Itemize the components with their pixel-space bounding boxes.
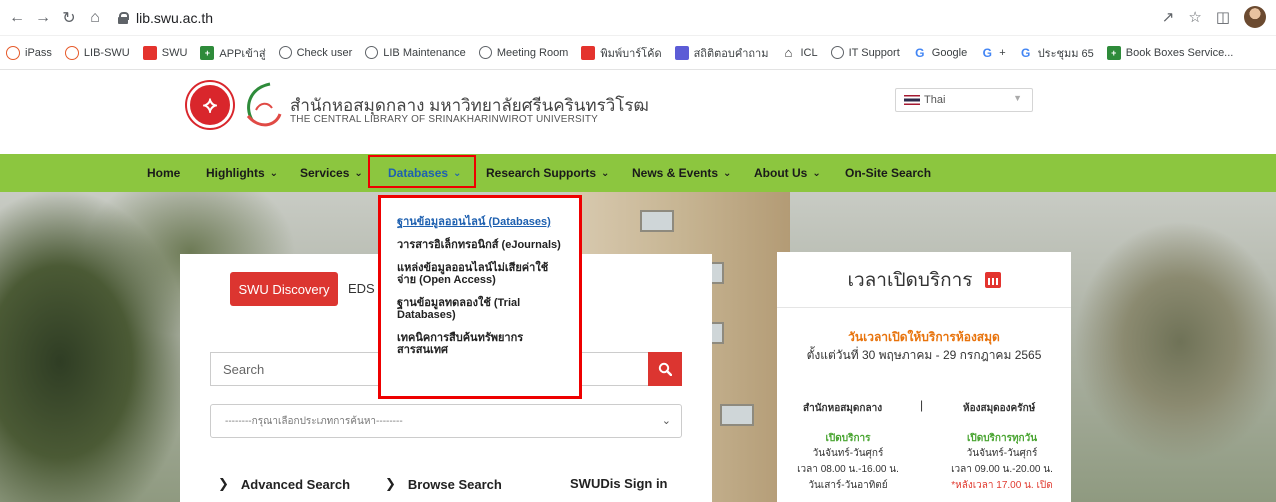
site-header: ⟡ สำนักหอสมุดกลาง มหาวิทยาลัยศรีนครินทรว… [0,70,1276,154]
printer-icon [581,45,596,60]
nav-home[interactable]: Home [147,154,180,192]
bookmark-item[interactable]: iPass [6,45,52,60]
globe-icon [278,46,292,59]
language-select[interactable]: Thai ▼ [895,88,1033,112]
advanced-search-link[interactable]: ❯ Advanced Search [218,476,350,492]
library-name-english: THE CENTRAL LIBRARY OF SRINAKHARINWIROT … [290,114,599,125]
bookmark-item[interactable]: G Google [913,46,967,60]
bookmark-item[interactable]: + APPเข้าสู่ [200,44,266,62]
globe-icon [365,46,379,59]
central-time: เวลา 08.00 น.-16.00 น. [797,464,899,475]
home-icon[interactable]: ⌂ [84,7,106,29]
bookmarks-bar: iPass LIB-SWU SWU + APPเข้าสู่ Check user… [0,36,1276,70]
bookmark-item[interactable]: G + [980,45,1006,60]
address-bar[interactable]: lib.swu.ac.th [118,5,213,31]
bookmark-item[interactable]: IT Support [830,46,900,59]
menu-item-ejournals[interactable]: วารสารอิเล็กทรอนิกส์ (eJournals) [397,239,565,251]
library-swirl-logo[interactable] [240,80,282,132]
chevron-down-icon: ⌄ [812,167,821,179]
ongkharak-note: *หลังเวลา 17.00 น. เปิด [951,480,1053,491]
forward-icon[interactable]: → [32,7,54,29]
google-icon: G [982,45,992,60]
profile-avatar[interactable] [1244,6,1266,28]
chevron-down-icon: ⌄ [269,167,279,179]
highlight-box-databases [368,155,476,188]
nav-research-supports[interactable]: Research Supports ⌄ [486,154,609,192]
lib-swu-icon [64,45,79,60]
main-nav: Home Highlights ⌄ Services ⌄ Databases ⌄ Re… [0,154,1276,192]
hours-subtitle: วันเวลาเปิดให้บริการห้องสมุด [848,330,1000,344]
ongkharak-time: เวลา 09.00 น.-20.00 น. [951,464,1053,475]
calendar-icon [984,271,1001,288]
hours-title: เวลาเปิดบริการ [777,252,1071,308]
chevron-down-icon: ⌄ [661,415,671,427]
central-library-heading: สำนักหอสมุดกลาง [803,403,883,414]
browse-search-link[interactable]: ❯ Browse Search [385,476,502,492]
menu-item-trial-databases[interactable]: ฐานข้อมูลทดลองใช้ (Trial Databases) [397,297,565,321]
chevron-right-icon: ❯ [385,476,396,491]
nav-highlights[interactable]: Highlights ⌄ [206,154,278,192]
nav-onsite-search[interactable]: On-Site Search [845,154,931,192]
globe-icon [478,46,492,59]
bookmark-item[interactable]: LIB Maintenance [365,46,466,59]
bookmark-item[interactable]: SWU [142,45,187,60]
column-divider: | [920,398,924,412]
sheet-icon [674,45,689,60]
plus-square-icon: + [1106,45,1121,60]
nav-about-us[interactable]: About Us ⌄ [754,154,821,192]
opening-hours-panel: เวลาเปิดบริการ วันเวลาเปิดให้บริการห้องส… [777,252,1071,502]
ongkharak-library-heading: ห้องสมุดองครักษ์ [963,403,1036,414]
central-days: วันจันทร์-วันศุกร์ [812,448,884,459]
menu-item-open-access[interactable]: แหล่งข้อมูลออนไลน์ไม่เสียค่าใช้จ่าย (Ope… [397,262,565,286]
globe-icon [830,46,844,59]
swudis-signin-link[interactable]: SWUDis Sign in [570,476,668,491]
bookmark-item[interactable]: Meeting Room [478,46,568,59]
chevron-down-icon: ⌄ [723,167,732,179]
chevron-down-icon: ▼ [1013,93,1022,103]
university-seal-logo[interactable]: ⟡ [187,82,233,128]
bookmark-item[interactable]: พิมพ์บาร์โค้ด [581,44,662,62]
databases-dropdown-menu: ฐานข้อมูลออนไลน์ (Databases) วารสารอิเล็… [378,195,582,399]
search-icon [658,362,672,376]
central-status: เปิดบริการ [825,433,871,444]
tree-image [1050,192,1276,502]
star-icon[interactable]: ☆ [1188,8,1201,26]
plus-square-icon: + [200,45,215,60]
bookmark-item[interactable]: Check user [278,46,352,59]
google-icon: G [1021,45,1031,60]
menu-item-databases[interactable]: ฐานข้อมูลออนไลน์ (Databases) [397,216,565,228]
reload-icon[interactable]: ↻ [58,7,80,29]
swu-icon [142,45,157,60]
browser-toolbar: ← → ↻ ⌂ lib.swu.ac.th ↗ ☆ ◫ [0,0,1276,36]
nav-news-events[interactable]: News & Events ⌄ [632,154,731,192]
lock-icon [118,11,129,24]
ipass-icon [6,45,20,60]
bookmark-item[interactable]: สถิติตอบคำถาม [674,44,768,62]
bookmark-item[interactable]: LIB-SWU [64,45,130,60]
hours-period: ตั้งแต่วันที่ 30 พฤษภาคม - 29 กรกฎาคม 25… [806,348,1042,362]
bookmark-item[interactable]: ⌂ ICL [781,45,818,60]
central-weekend: วันเสาร์-วันอาทิตย์ [808,480,888,491]
url-text: lib.swu.ac.th [136,9,214,26]
ongkharak-status: เปิดบริการทุกวัน [966,433,1038,444]
chevron-down-icon: ⌄ [601,167,610,179]
search-button[interactable] [648,352,682,386]
sidepanel-icon[interactable]: ◫ [1216,8,1230,26]
share-icon[interactable]: ↗ [1162,8,1175,26]
house-icon: ⌂ [784,45,793,60]
thai-flag-icon [904,95,920,105]
bookmark-item[interactable]: G ประชุมม 65 [1019,44,1094,62]
ongkharak-days: วันจันทร์-วันศุกร์ [966,448,1038,459]
tab-swu-discovery[interactable]: SWU Discovery [230,272,338,306]
back-icon[interactable]: ← [6,7,28,29]
bookmark-item[interactable]: + Book Boxes Service... [1106,45,1233,60]
google-icon: G [915,45,925,60]
nav-services[interactable]: Services ⌄ [300,154,363,192]
chevron-down-icon: ⌄ [354,167,363,179]
chevron-right-icon: ❯ [218,476,229,491]
menu-item-search-techniques[interactable]: เทคนิคการสืบค้นทรัพยากรสารสนเทศ [397,332,565,356]
search-type-select[interactable]: --------กรุณาเลือกประเภทการค้นหา--------… [210,404,682,438]
